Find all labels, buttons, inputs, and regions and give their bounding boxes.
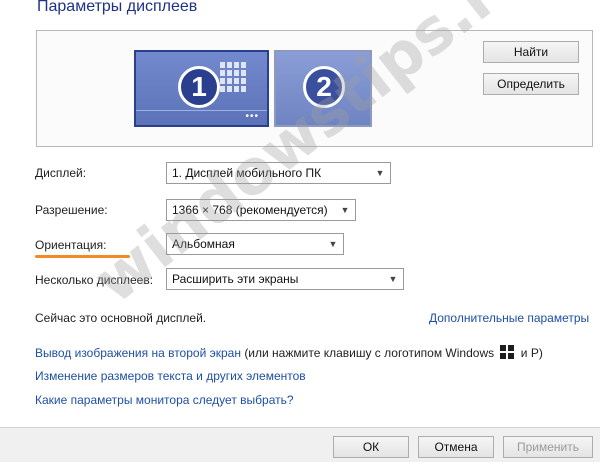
monitor-number-badge: 1 — [178, 66, 220, 108]
more-dots-icon: ••• — [245, 111, 259, 122]
display-select-value: 1. Дисплей мобильного ПК — [172, 166, 322, 180]
windows-start-screen-icon — [220, 62, 246, 92]
orientation-select-value: Альбомная — [172, 237, 235, 251]
second-screen-hint: (или нажмите клавишу с логотипом Windows — [244, 346, 495, 360]
monitor-number-badge: 2 — [303, 66, 345, 108]
windows-logo-icon — [500, 345, 515, 359]
multiple-displays-select[interactable]: Расширить эти экраны ▼ — [166, 268, 404, 290]
monitor-1[interactable]: 1 ••• — [134, 50, 269, 127]
orientation-select[interactable]: Альбомная ▼ — [166, 233, 344, 255]
monitor-2[interactable]: 2 — [274, 50, 372, 127]
apply-button[interactable]: Применить — [503, 436, 593, 458]
page-title: Параметры дисплеев — [37, 0, 198, 15]
chevron-down-icon: ▼ — [328, 239, 338, 249]
second-screen-row: Вывод изображения на второй экран (или н… — [35, 345, 543, 360]
advanced-settings-link[interactable]: Дополнительные параметры — [429, 311, 589, 325]
second-screen-link[interactable]: Вывод изображения на второй экран — [35, 346, 241, 360]
resolution-select[interactable]: 1366 × 768 (рекомендуется) ▼ — [166, 199, 356, 221]
resolution-label: Разрешение: — [35, 203, 108, 217]
display-select[interactable]: 1. Дисплей мобильного ПК ▼ — [166, 162, 391, 184]
display-label: Дисплей: — [35, 166, 87, 180]
monitor-params-link[interactable]: Какие параметры монитора следует выбрать… — [35, 393, 294, 407]
resolution-select-value: 1366 × 768 (рекомендуется) — [172, 203, 328, 217]
main-display-status: Сейчас это основной дисплей. — [35, 311, 207, 325]
orientation-label: Ориентация: — [35, 238, 107, 252]
chevron-down-icon: ▼ — [340, 205, 350, 215]
text-size-link[interactable]: Изменение размеров текста и других элеме… — [35, 369, 306, 383]
multiple-displays-select-value: Расширить эти экраны — [172, 272, 299, 286]
cancel-button[interactable]: Отмена — [418, 436, 494, 458]
second-screen-hint-end: и P) — [520, 346, 543, 360]
ok-button[interactable]: ОК — [333, 436, 409, 458]
find-button[interactable]: Найти — [483, 41, 579, 63]
orientation-highlight-underline — [35, 255, 130, 258]
chevron-down-icon: ▼ — [375, 168, 385, 178]
multiple-displays-label: Несколько дисплеев: — [35, 273, 154, 287]
identify-button[interactable]: Определить — [483, 73, 579, 95]
chevron-down-icon: ▼ — [388, 274, 398, 284]
